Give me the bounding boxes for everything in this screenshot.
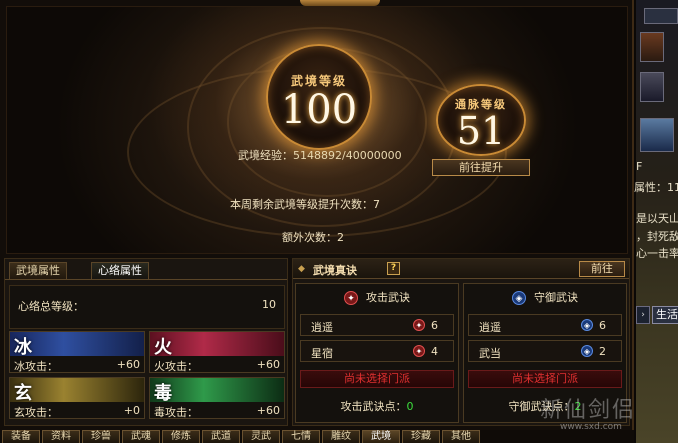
extra-times-text: 额外次数：2 [282, 231, 344, 244]
xinluo-total-box: 心络总等级： 10 [9, 285, 285, 329]
bottom-tab-strip: 装备 资料 珍兽 武魂 修炼 武道 灵武 七情 雕纹 武境 珍藏 其他 [0, 430, 634, 443]
shield-icon: ◈ [581, 319, 593, 331]
xinluo-total-value: 10 [262, 298, 276, 311]
tab-diaowen[interactable]: 雕纹 [322, 430, 360, 443]
attack-header: ✦ 攻击武诀 [296, 288, 458, 308]
world-text: 属性：119 [634, 181, 678, 194]
attack-emblem-icon: ✦ [344, 291, 358, 305]
defense-row[interactable]: 逍遥 ◈ 6 [468, 314, 622, 336]
world-text: 心一击率 [636, 247, 678, 260]
watermark-logo: 新仙剑侣 [540, 398, 637, 423]
tab-profile[interactable]: 资料 [42, 430, 80, 443]
defense-row-name: 逍遥 [479, 321, 501, 334]
tongmai-level-value: 51 [456, 109, 506, 153]
world-text: F [636, 160, 643, 173]
tab-training[interactable]: 修炼 [162, 430, 200, 443]
exp-label: 武境经验： [238, 149, 293, 162]
secret-panel-header: ◆ 武境真诀 ? 前往 [293, 259, 629, 279]
goto-upgrade-button[interactable]: 前往提升 [432, 159, 530, 176]
defense-row[interactable]: 武当 ◈ 2 [468, 340, 622, 362]
attack-secret-column: ✦ 攻击武诀 逍遥 ✦ 6 星宿 ✦ 4 尚未选择门派 攻击武诀点：0 [295, 283, 459, 423]
tab-wujing-attributes[interactable]: 武境属性 [9, 262, 67, 279]
attack-row-value: 4 [431, 345, 438, 358]
attack-row-value: 6 [431, 319, 438, 332]
tab-equipment[interactable]: 装备 [2, 430, 40, 443]
item-slot-icon[interactable] [640, 118, 674, 152]
item-slot-icon[interactable] [640, 72, 664, 102]
exp-value: 5148892/40000000 [293, 149, 402, 162]
attack-select-sect-button[interactable]: 尚未选择门派 [300, 370, 454, 388]
tab-pets[interactable]: 珍兽 [82, 430, 120, 443]
fire-element-card[interactable]: 火 火攻击： +60 [149, 331, 285, 373]
item-slot-icon[interactable] [640, 32, 664, 62]
fire-attack-label: 火攻击： [154, 360, 198, 373]
xuan-attack-value: +0 [123, 404, 140, 417]
defense-header: ◈ 守御武诀 [464, 288, 626, 308]
diamond-icon: ◆ [298, 264, 305, 274]
tab-divider [5, 279, 287, 280]
tab-xinluo-attributes[interactable]: 心络属性 [91, 262, 149, 279]
tab-other[interactable]: 其他 [442, 430, 480, 443]
attack-points: 攻击武诀点：0 [296, 398, 458, 414]
shield-icon: ◈ [581, 345, 593, 357]
secret-panel-title: 武境真诀 [313, 264, 357, 277]
defense-row-value: 6 [599, 319, 606, 332]
item-slot-icon[interactable] [644, 8, 678, 24]
wujing-level-value: 100 [280, 87, 358, 133]
wujing-level-orb: 武境等级 100 [266, 44, 372, 150]
wujing-exp: 武境经验：5148892/40000000 [238, 147, 402, 163]
help-icon[interactable]: ? [387, 262, 400, 275]
defense-select-sect-button[interactable]: 尚未选择门派 [468, 370, 622, 388]
fire-attack-value: +60 [256, 358, 280, 371]
weekly-remaining-text: 本周剩余武境等级提升次数：7 [230, 198, 380, 211]
shield-icon: ◈ [512, 291, 526, 305]
poison-element-card[interactable]: 毒 毒攻击： +60 [149, 377, 285, 419]
tab-wujing[interactable]: 武境 [362, 430, 400, 443]
ice-element-card[interactable]: 冰 冰攻击： +60 [9, 331, 145, 373]
defense-header-label: 守御武诀 [534, 291, 578, 304]
xuan-glyph: 玄 [14, 383, 32, 404]
poison-attack-value: +60 [256, 404, 280, 417]
tongmai-level-orb: 通脉等级 51 [436, 84, 526, 156]
game-world-edge: F 属性：119 是以天山 ，封死敌 心一击率 › 生活 [634, 0, 678, 443]
attack-row[interactable]: 星宿 ✦ 4 [300, 340, 454, 362]
xuan-element-card[interactable]: 玄 玄攻击： +0 [9, 377, 145, 419]
tab-qiqing[interactable]: 七情 [282, 430, 320, 443]
wujing-panel: ? 武境等级 100 通脉等级 51 武境经验：5148892/40000000… [0, 0, 634, 443]
attack-emblem-icon: ✦ [413, 319, 425, 331]
goto-button[interactable]: 前往 [579, 261, 625, 277]
tab-wuhun[interactable]: 武魂 [122, 430, 160, 443]
world-text: 是以天山 [636, 212, 678, 225]
xinluo-total-label: 心络总等级： [18, 300, 84, 313]
xuan-attack-label: 玄攻击： [14, 406, 58, 419]
tab-wudao[interactable]: 武道 [202, 430, 240, 443]
attack-row[interactable]: 逍遥 ✦ 6 [300, 314, 454, 336]
ice-attack-value: +60 [116, 358, 140, 371]
defense-row-value: 2 [599, 345, 606, 358]
attack-row-name: 星宿 [311, 347, 333, 360]
attribute-panel: 武境属性 心络属性 心络总等级： 10 冰 冰攻击： +60 火 火攻击： +6… [4, 258, 288, 426]
ice-glyph: 冰 [14, 337, 32, 358]
attack-row-name: 逍遥 [311, 321, 333, 334]
ice-attack-label: 冰攻击： [14, 360, 58, 373]
poison-attack-label: 毒攻击： [154, 406, 198, 419]
tab-collection[interactable]: 珍藏 [402, 430, 440, 443]
fire-glyph: 火 [154, 337, 172, 358]
defense-row-name: 武当 [479, 347, 501, 360]
attack-emblem-icon: ✦ [413, 345, 425, 357]
tab-lingwu[interactable]: 灵武 [242, 430, 280, 443]
poison-glyph: 毒 [154, 383, 172, 404]
attack-points-label: 攻击武诀点： [340, 400, 407, 413]
attack-points-value: 0 [406, 400, 414, 413]
life-tab[interactable]: 生活 [652, 306, 678, 324]
world-text: ，封死敌 [636, 230, 678, 243]
attack-header-label: 攻击武诀 [366, 291, 410, 304]
watermark-url: www.sxd.com [560, 422, 622, 432]
arrow-right-icon[interactable]: › [636, 306, 650, 324]
